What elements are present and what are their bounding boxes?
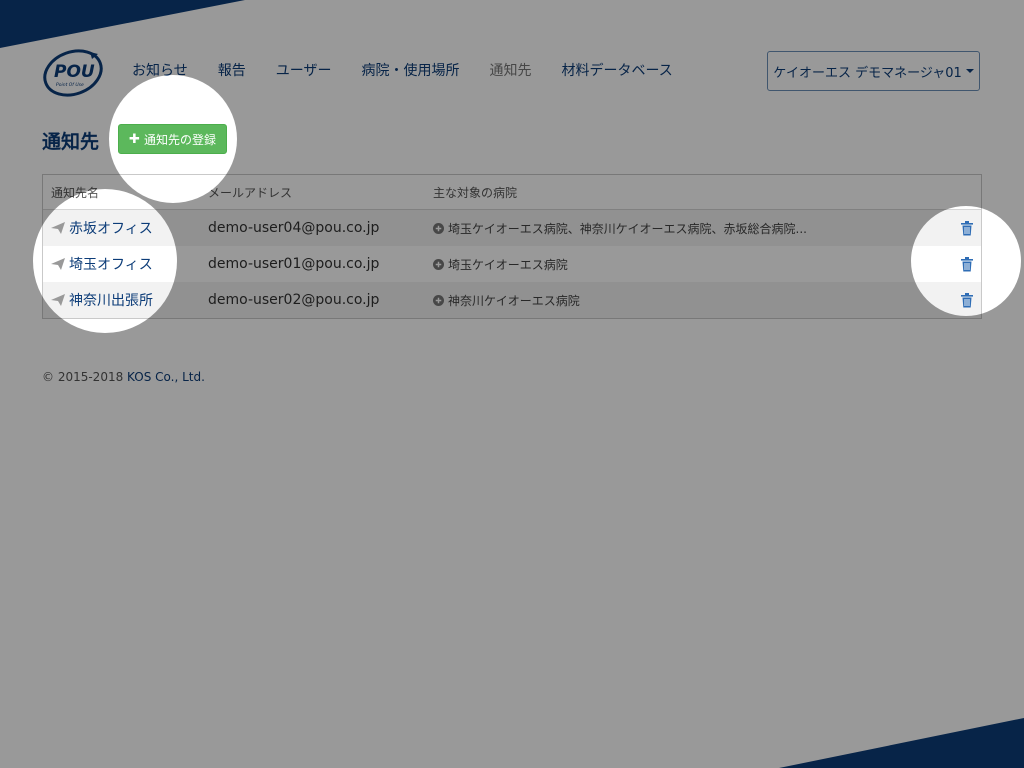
target-hospitals[interactable]: 神奈川ケイオーエス病院 — [433, 292, 580, 309]
target-hospitals[interactable]: 埼玉ケイオーエス病院 — [433, 256, 568, 273]
target-hospitals-text: 埼玉ケイオーエス病院 — [448, 257, 568, 272]
caret-down-icon — [965, 69, 974, 73]
corner-decoration-top-left — [0, 0, 245, 48]
overlay-dim — [0, 0, 1024, 768]
nav-item-reports[interactable]: 報告 — [218, 62, 246, 80]
target-name: 埼玉オフィス — [69, 257, 153, 273]
main-nav: お知らせ 報告 ユーザー 病院・使用場所 通知先 材料データベース — [132, 62, 703, 80]
add-notification-target-button[interactable]: ✚ 通知先の登録 — [118, 124, 227, 154]
table-row: 埼玉オフィス demo-user01@pou.co.jp 埼玉ケイオーエス病院 — [43, 246, 981, 282]
nav-item-users[interactable]: ユーザー — [276, 62, 332, 80]
table-row: 神奈川出張所 demo-user02@pou.co.jp 神奈川ケイオーエス病院 — [43, 282, 981, 318]
user-menu-label: ケイオーエス デモマネージャ01 — [773, 65, 962, 81]
send-icon — [51, 258, 65, 270]
plus-icon: ✚ — [129, 131, 140, 147]
target-hospitals-text: 埼玉ケイオーエス病院、神奈川ケイオーエス病院、赤坂総合病院... — [448, 221, 807, 236]
nav-item-notification-targets[interactable]: 通知先 — [489, 62, 531, 80]
target-email: demo-user04@pou.co.jp — [208, 220, 380, 236]
nav-item-material-database[interactable]: 材料データベース — [561, 62, 672, 80]
table-row: 赤坂オフィス demo-user04@pou.co.jp 埼玉ケイオーエス病院、… — [43, 210, 981, 246]
trash-icon — [961, 220, 973, 235]
delete-button[interactable] — [961, 292, 973, 308]
page-title: 通知先 — [42, 131, 100, 153]
plus-circle-icon — [433, 222, 444, 234]
target-name: 赤坂オフィス — [69, 221, 153, 237]
logo-subtext: Point Of Use — [56, 82, 84, 88]
page: POU Point Of Use お知らせ 報告 ユーザー 病院・使用場所 通知… — [0, 0, 1024, 768]
nav-item-hospitals[interactable]: 病院・使用場所 — [361, 62, 459, 80]
plus-circle-icon — [433, 258, 444, 270]
delete-button[interactable] — [961, 220, 973, 236]
header-hospitals: 主な対象の病院 — [433, 186, 518, 200]
header-email: メールアドレス — [208, 186, 293, 200]
pou-logo[interactable]: POU Point Of Use — [42, 46, 106, 98]
user-menu-button[interactable]: ケイオーエス デモマネージャ01 — [767, 51, 980, 91]
footer-copyright: © 2015-2018 — [42, 370, 128, 384]
send-icon — [51, 222, 65, 234]
send-icon — [51, 294, 65, 306]
target-name: 神奈川出張所 — [69, 293, 153, 309]
target-email: demo-user02@pou.co.jp — [208, 292, 380, 308]
target-hospitals-text: 神奈川ケイオーエス病院 — [448, 293, 580, 308]
footer-company-link[interactable]: KOS Co., Ltd. — [127, 370, 205, 384]
target-hospitals[interactable]: 埼玉ケイオーエス病院、神奈川ケイオーエス病院、赤坂総合病院... — [433, 220, 807, 237]
corner-decoration-bottom-right — [779, 718, 1024, 768]
logo-text: POU — [54, 62, 95, 82]
delete-button[interactable] — [961, 256, 973, 272]
target-name-link[interactable]: 神奈川出張所 — [51, 290, 153, 310]
header-name: 通知先名 — [51, 186, 100, 200]
tutorial-spotlight-overlay — [0, 0, 1024, 768]
notification-targets-table: 通知先名 メールアドレス 主な対象の病院 赤坂オフィス demo-user04@… — [42, 174, 982, 319]
target-email: demo-user01@pou.co.jp — [208, 256, 380, 272]
footer: © 2015-2018 KOS Co., Ltd. — [42, 370, 205, 384]
add-button-label: 通知先の登録 — [143, 132, 216, 147]
plus-circle-icon — [433, 294, 444, 306]
target-name-link[interactable]: 埼玉オフィス — [51, 254, 153, 274]
trash-icon — [961, 292, 973, 307]
target-name-link[interactable]: 赤坂オフィス — [51, 218, 153, 238]
table-header: 通知先名 メールアドレス 主な対象の病院 — [43, 175, 981, 210]
nav-item-notices[interactable]: お知らせ — [132, 62, 188, 80]
trash-icon — [961, 256, 973, 271]
